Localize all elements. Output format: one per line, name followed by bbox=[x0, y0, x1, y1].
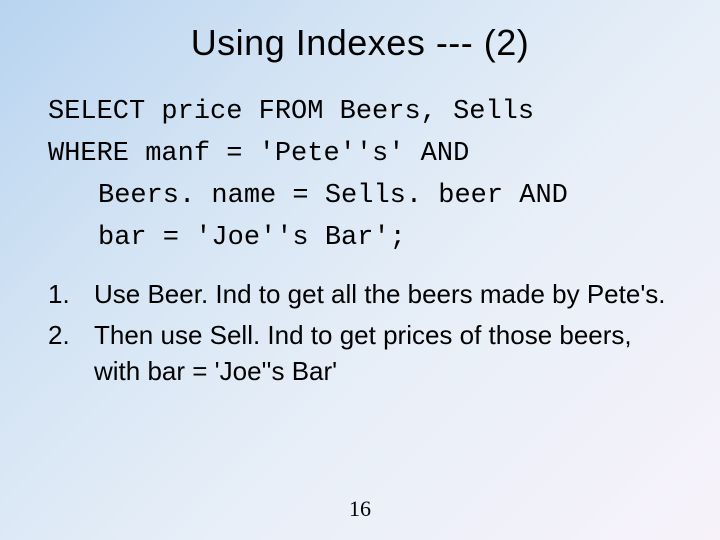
slide-title: Using Indexes --- (2) bbox=[0, 0, 720, 92]
list-number: 2. bbox=[48, 318, 94, 388]
list-text: Use Beer. Ind to get all the beers made … bbox=[94, 277, 666, 312]
code-line-4: bar = 'Joe''s Bar'; bbox=[48, 218, 406, 260]
code-line-2: WHERE manf = 'Pete''s' AND bbox=[48, 139, 469, 169]
code-line-3: Beers. name = Sells. beer AND bbox=[48, 176, 568, 218]
sql-code-block: SELECT price FROM Beers, Sells WHERE man… bbox=[0, 92, 720, 277]
list-text: Then use Sell. Ind to get prices of thos… bbox=[94, 318, 680, 388]
numbered-list: 1. Use Beer. Ind to get all the beers ma… bbox=[0, 277, 720, 388]
list-number: 1. bbox=[48, 277, 94, 312]
list-item: 2. Then use Sell. Ind to get prices of t… bbox=[48, 318, 680, 388]
list-item: 1. Use Beer. Ind to get all the beers ma… bbox=[48, 277, 680, 312]
page-number: 16 bbox=[0, 496, 720, 522]
code-line-1: SELECT price FROM Beers, Sells bbox=[48, 97, 534, 127]
